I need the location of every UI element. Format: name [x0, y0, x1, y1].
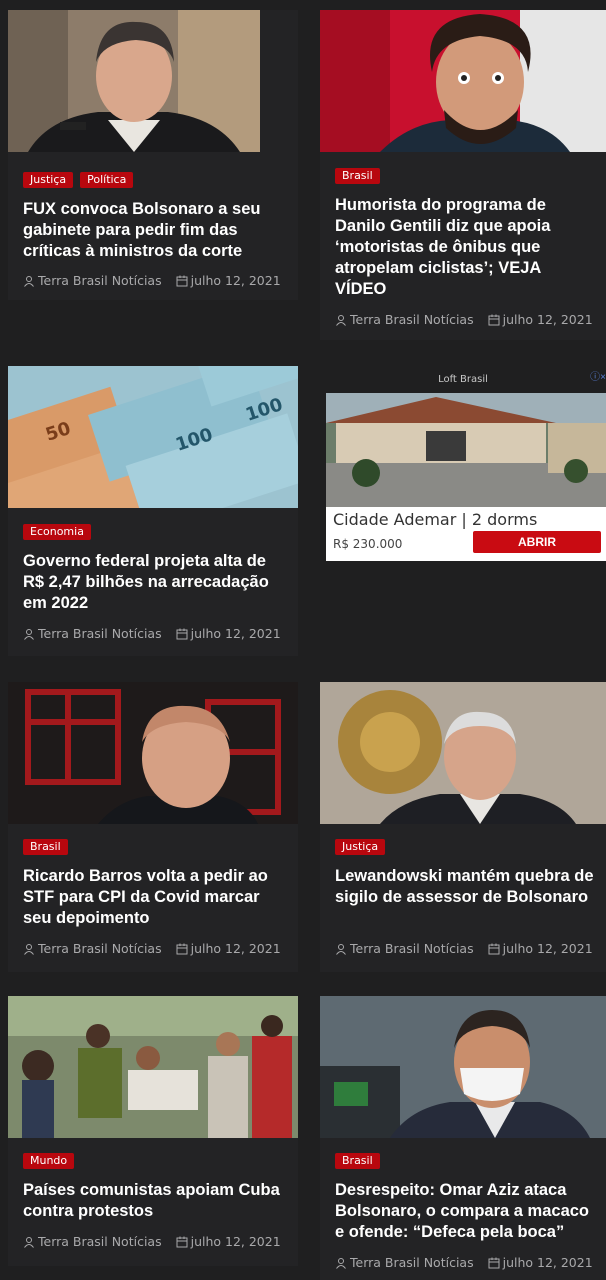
- article-image[interactable]: [8, 10, 260, 152]
- category-tag[interactable]: Economia: [23, 524, 91, 540]
- category-tag[interactable]: Justiça: [23, 172, 74, 188]
- user-icon: [336, 314, 346, 326]
- author-link[interactable]: Terra Brasil Notícias: [350, 1255, 474, 1270]
- category-tag[interactable]: Política: [80, 172, 134, 188]
- user-icon: [24, 275, 34, 287]
- article-image[interactable]: [320, 996, 606, 1138]
- article-title[interactable]: Humorista do programa de Danilo Gentili …: [335, 195, 596, 300]
- ad-image[interactable]: [326, 393, 606, 507]
- category-tag[interactable]: Brasil: [23, 839, 68, 855]
- calendar-icon: [488, 943, 500, 954]
- article-image[interactable]: 50 100 100: [8, 366, 298, 508]
- date-link[interactable]: julho 12, 2021: [191, 273, 281, 288]
- sponsored-ad[interactable]: Loft Brasil ⓘ× Cidade Ademar | 2 dorms R…: [320, 366, 606, 562]
- article-image[interactable]: [320, 10, 606, 152]
- calendar-icon: [488, 314, 500, 325]
- ad-sponsor-label: Loft Brasil: [438, 374, 488, 385]
- article-card[interactable]: Mundo Países comunistas apoiam Cuba cont…: [8, 996, 298, 1266]
- calendar-icon: [176, 628, 188, 639]
- user-icon: [24, 943, 34, 955]
- ad-choices-icon[interactable]: ⓘ×: [590, 368, 606, 383]
- author-link[interactable]: Terra Brasil Notícias: [38, 941, 162, 956]
- article-card[interactable]: Brasil Ricardo Barros volta a pedir ao S…: [8, 682, 298, 972]
- date-link[interactable]: julho 12, 2021: [503, 312, 593, 327]
- article-card[interactable]: Justiça Lewandowski mantém quebra de sig…: [320, 682, 606, 972]
- article-card[interactable]: Justiça Política FUX convoca Bolsonaro a…: [8, 10, 298, 300]
- date-link[interactable]: julho 12, 2021: [191, 941, 281, 956]
- author-link[interactable]: Terra Brasil Notícias: [350, 312, 474, 327]
- article-image[interactable]: [320, 682, 606, 824]
- article-card[interactable]: 50 100 100 Economia Governo federal proj…: [8, 366, 298, 656]
- article-card[interactable]: Brasil Humorista do programa de Danilo G…: [320, 10, 606, 340]
- category-tag[interactable]: Justiça: [335, 839, 386, 855]
- article-image[interactable]: [8, 682, 298, 824]
- article-title[interactable]: Desrespeito: Omar Aziz ataca Bolsonaro, …: [335, 1180, 596, 1243]
- article-card[interactable]: Brasil Desrespeito: Omar Aziz ataca Bols…: [320, 996, 606, 1280]
- author-link[interactable]: Terra Brasil Notícias: [350, 941, 474, 956]
- category-tag[interactable]: Brasil: [335, 1153, 380, 1169]
- category-tag[interactable]: Brasil: [335, 168, 380, 184]
- ad-price: R$ 230.000: [333, 537, 403, 551]
- date-link[interactable]: julho 12, 2021: [503, 1255, 593, 1270]
- author-link[interactable]: Terra Brasil Notícias: [38, 626, 162, 641]
- date-link[interactable]: julho 12, 2021: [191, 1234, 281, 1249]
- user-icon: [336, 1257, 346, 1269]
- calendar-icon: [176, 943, 188, 954]
- date-link[interactable]: julho 12, 2021: [191, 626, 281, 641]
- ad-headline[interactable]: Cidade Ademar | 2 dorms: [333, 510, 537, 529]
- author-link[interactable]: Terra Brasil Notícias: [38, 273, 162, 288]
- ad-card[interactable]: Cidade Ademar | 2 dorms R$ 230.000 ABRIR: [326, 393, 606, 561]
- article-title[interactable]: FUX convoca Bolsonaro a seu gabinete par…: [23, 199, 288, 262]
- article-title[interactable]: Governo federal projeta alta de R$ 2,47 …: [23, 551, 288, 614]
- calendar-icon: [488, 1257, 500, 1268]
- date-link[interactable]: julho 12, 2021: [503, 941, 593, 956]
- calendar-icon: [176, 1236, 188, 1247]
- article-title[interactable]: Países comunistas apoiam Cuba contra pro…: [23, 1180, 288, 1222]
- article-title[interactable]: Lewandowski mantém quebra de sigilo de a…: [335, 866, 596, 908]
- ad-open-button[interactable]: ABRIR: [473, 531, 601, 553]
- author-link[interactable]: Terra Brasil Notícias: [38, 1234, 162, 1249]
- article-title[interactable]: Ricardo Barros volta a pedir ao STF para…: [23, 866, 288, 929]
- calendar-icon: [176, 275, 188, 286]
- user-icon: [24, 628, 34, 640]
- category-tag[interactable]: Mundo: [23, 1153, 75, 1169]
- user-icon: [24, 1236, 34, 1248]
- user-icon: [336, 943, 346, 955]
- article-image[interactable]: [8, 996, 298, 1138]
